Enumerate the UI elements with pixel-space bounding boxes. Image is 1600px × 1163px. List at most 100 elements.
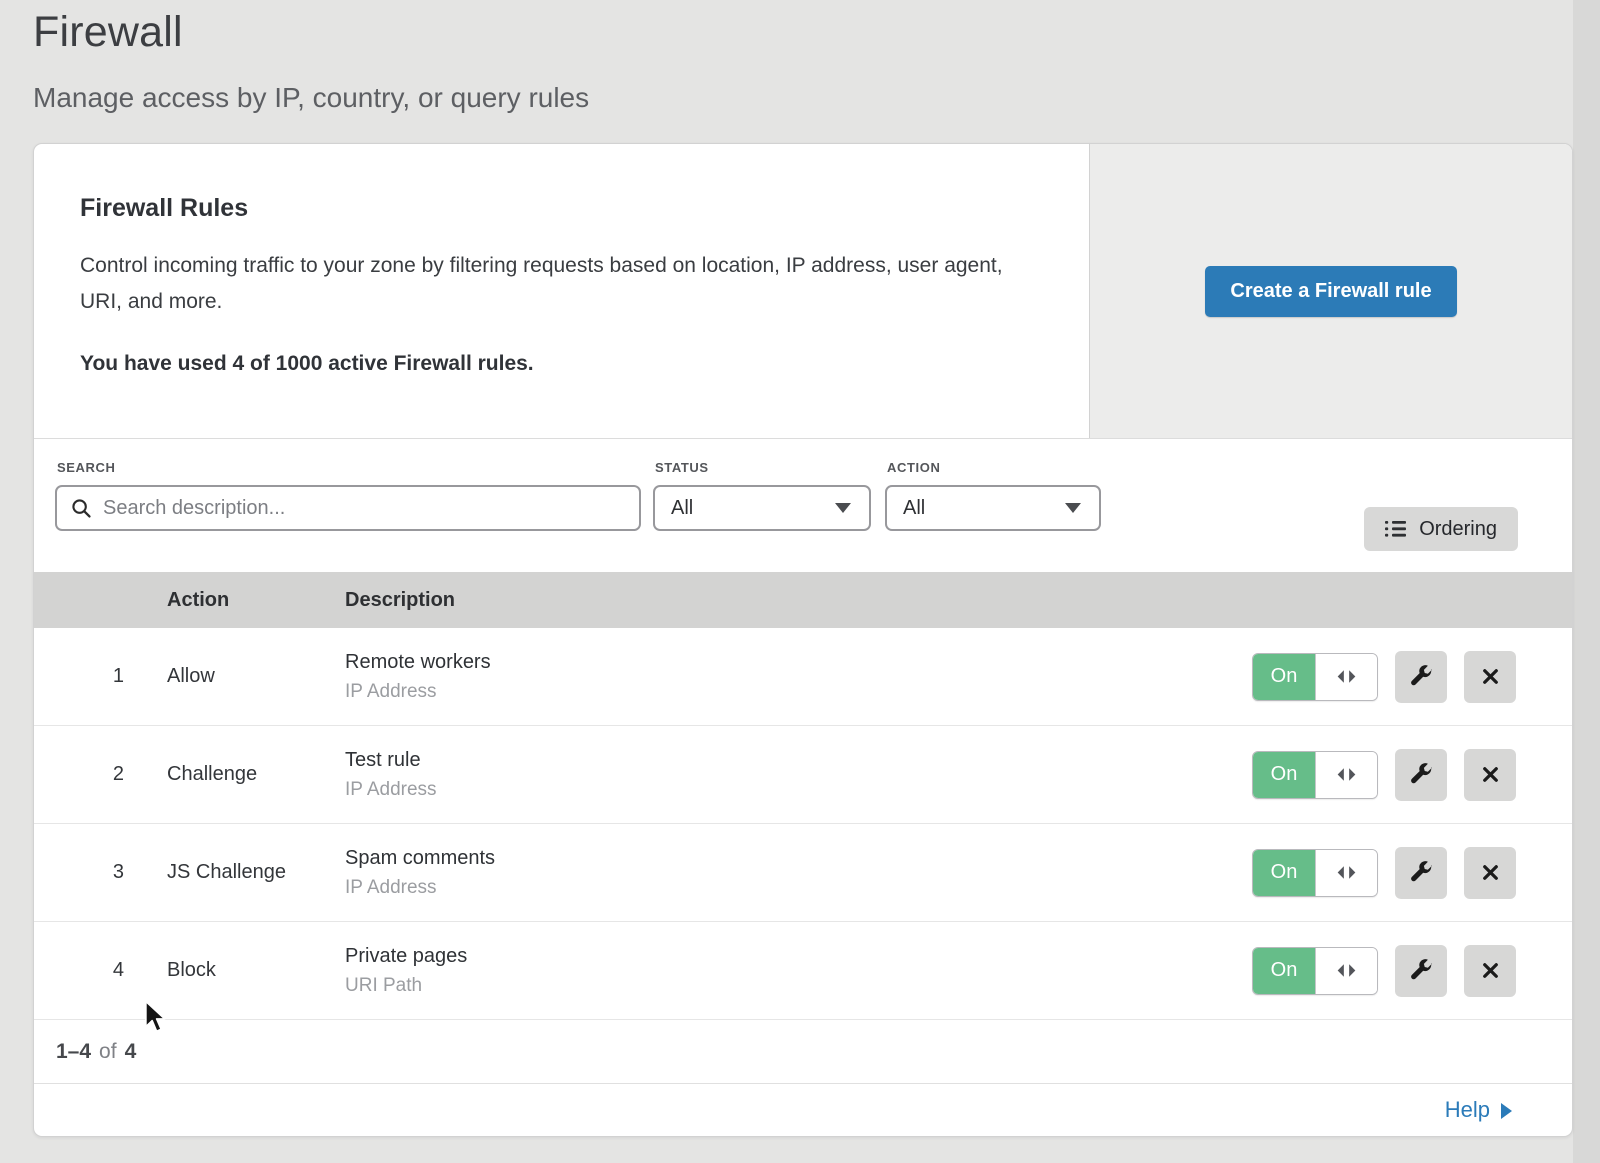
x-icon [1479, 861, 1502, 884]
delete-rule-button[interactable] [1464, 749, 1516, 801]
card-footer: Help [34, 1084, 1572, 1136]
rule-description: Private pages [345, 945, 1232, 968]
firewall-page: Firewall Manage access by IP, country, o… [0, 0, 1600, 1163]
rule-controls: On [1232, 651, 1572, 703]
pagination-range: 1–4 [56, 1040, 91, 1064]
rule-action: Challenge [167, 763, 345, 786]
delete-rule-button[interactable] [1464, 847, 1516, 899]
left-right-arrows-icon [1335, 767, 1358, 782]
x-icon [1479, 959, 1502, 982]
rule-description: Spam comments [345, 847, 1232, 870]
drag-handle[interactable] [1315, 948, 1377, 994]
rule-description: Test rule [345, 749, 1232, 772]
drag-handle[interactable] [1315, 752, 1377, 798]
left-right-arrows-icon [1335, 865, 1358, 880]
column-header-action: Action [167, 589, 345, 612]
rule-description-cell: Remote workers IP Address [345, 651, 1232, 703]
rule-enabled-toggle[interactable]: On [1252, 751, 1378, 799]
list-icon [1385, 520, 1406, 538]
card-description: Control incoming traffic to your zone by… [80, 248, 1030, 320]
search-icon [71, 498, 92, 519]
drag-handle[interactable] [1315, 654, 1377, 700]
ordering-button[interactable]: Ordering [1364, 507, 1518, 551]
edit-rule-button[interactable] [1395, 847, 1447, 899]
search-filter-group: SEARCH [55, 460, 641, 531]
chevron-down-icon [835, 503, 851, 513]
drag-handle[interactable] [1315, 850, 1377, 896]
status-label: STATUS [655, 460, 871, 475]
edit-rule-button[interactable] [1395, 945, 1447, 997]
search-label: SEARCH [57, 460, 641, 475]
action-filter-group: ACTION All [885, 460, 1101, 531]
status-select[interactable]: All [653, 485, 871, 531]
toggle-on-label: On [1253, 654, 1315, 700]
rule-action: Allow [167, 665, 345, 688]
pagination: 1–4 of 4 [34, 1020, 1572, 1084]
help-link-label: Help [1445, 1097, 1490, 1123]
rule-description-cell: Test rule IP Address [345, 749, 1232, 801]
create-firewall-rule-button[interactable]: Create a Firewall rule [1205, 266, 1456, 317]
rule-priority: 2 [34, 763, 167, 786]
x-icon [1479, 665, 1502, 688]
table-row: 2 Challenge Test rule IP Address On [34, 726, 1572, 824]
delete-rule-button[interactable] [1464, 945, 1516, 997]
edit-rule-button[interactable] [1395, 651, 1447, 703]
rule-match-type: IP Address [345, 877, 1232, 899]
x-icon [1479, 763, 1502, 786]
page-header: Firewall Manage access by IP, country, o… [33, 8, 589, 114]
rule-description-cell: Spam comments IP Address [345, 847, 1232, 899]
table-row: 4 Block Private pages URI Path On [34, 922, 1572, 1020]
page-subtitle: Manage access by IP, country, or query r… [33, 82, 589, 114]
chevron-down-icon [1065, 503, 1081, 513]
mouse-cursor [144, 1000, 168, 1034]
search-input[interactable] [101, 496, 625, 521]
card-heading: Firewall Rules [80, 194, 1049, 223]
toggle-on-label: On [1253, 948, 1315, 994]
table-row: 3 JS Challenge Spam comments IP Address … [34, 824, 1572, 922]
search-input-wrapper [55, 485, 641, 531]
action-select[interactable]: All [885, 485, 1101, 531]
table-row: 1 Allow Remote workers IP Address On [34, 628, 1572, 726]
edit-rule-button[interactable] [1395, 749, 1447, 801]
usage-summary: You have used 4 of 1000 active Firewall … [80, 352, 1049, 376]
rule-enabled-toggle[interactable]: On [1252, 849, 1378, 897]
pagination-total: 4 [125, 1040, 137, 1064]
toggle-on-label: On [1253, 850, 1315, 896]
rules-info: Firewall Rules Control incoming traffic … [34, 144, 1089, 438]
rule-controls: On [1232, 847, 1572, 899]
table-header: Action Description [34, 572, 1572, 628]
arrow-right-icon [1501, 1103, 1512, 1119]
rule-action: Block [167, 959, 345, 982]
page-title: Firewall [33, 8, 589, 57]
rule-enabled-toggle[interactable]: On [1252, 947, 1378, 995]
ordering-button-label: Ordering [1419, 518, 1497, 541]
wrench-icon [1409, 762, 1434, 787]
rule-controls: On [1232, 749, 1572, 801]
rule-match-type: URI Path [345, 975, 1232, 997]
toggle-on-label: On [1253, 752, 1315, 798]
rule-match-type: IP Address [345, 681, 1232, 703]
delete-rule-button[interactable] [1464, 651, 1516, 703]
rule-action: JS Challenge [167, 861, 345, 884]
rule-priority: 3 [34, 861, 167, 884]
column-header-description: Description [345, 589, 1232, 612]
left-right-arrows-icon [1335, 963, 1358, 978]
status-filter-group: STATUS All [653, 460, 871, 531]
help-link[interactable]: Help [1445, 1097, 1512, 1123]
rule-enabled-toggle[interactable]: On [1252, 653, 1378, 701]
wrench-icon [1409, 664, 1434, 689]
rule-description-cell: Private pages URI Path [345, 945, 1232, 997]
create-rule-panel: Create a Firewall rule [1089, 144, 1572, 438]
action-selected-value: All [903, 497, 925, 520]
pagination-of: of [99, 1040, 117, 1064]
rules-overview-section: Firewall Rules Control incoming traffic … [34, 144, 1572, 439]
wrench-icon [1409, 958, 1434, 983]
left-right-arrows-icon [1335, 669, 1358, 684]
rule-match-type: IP Address [345, 779, 1232, 801]
filters-bar: SEARCH STATUS All ACTION [34, 439, 1572, 572]
status-selected-value: All [671, 497, 693, 520]
action-label: ACTION [887, 460, 1101, 475]
rule-priority: 4 [34, 959, 167, 982]
wrench-icon [1409, 860, 1434, 885]
window-edge [1573, 0, 1600, 1163]
